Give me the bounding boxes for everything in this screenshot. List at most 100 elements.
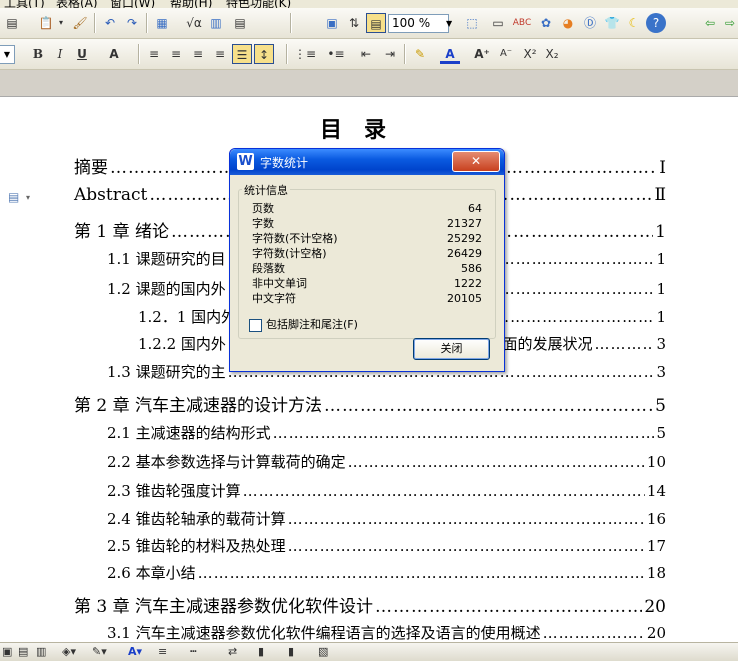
shadow-icon[interactable]: ▮ [258,644,264,660]
stat-value: 586 [461,262,482,275]
stat-value: 20105 [447,292,482,305]
spell-check-icon[interactable]: ABC [512,13,532,33]
superscript-button[interactable]: X² [520,44,540,64]
arrow-style-icon[interactable]: ⇄ [228,644,237,660]
align-left-icon[interactable]: ≡ [144,44,164,64]
line-spacing-icon[interactable]: ↕ [254,44,274,64]
shrink-font-icon[interactable]: A⁻ [496,44,516,64]
increase-indent-icon[interactable]: ⇥ [380,44,400,64]
3d-icon[interactable]: ▮ [288,644,294,660]
stat-label: 字符数(计空格) [252,247,327,260]
select-icon[interactable]: ⬚ [462,13,482,33]
toc-entry-label: 1.2．1 国内外 [138,308,237,326]
zoom-input[interactable]: 100 % [388,14,449,33]
toolbar-separator [404,44,406,64]
moon-icon[interactable]: ☾ [624,13,644,33]
toc-leader-dots: …………………………………………………………………………………………………………… [272,424,655,442]
redo-icon[interactable]: ↷ [122,13,142,33]
toc-entry[interactable]: 2.4 锥齿轮轴承的载荷计算……………………………………………………………………… [107,508,666,529]
columns-icon[interactable]: ▤ [230,13,250,33]
text-direction-icon[interactable]: ⇅ [344,13,364,33]
toc-entry-label: 2.6 本章小结 [107,564,196,582]
fill-color-icon[interactable]: ◈▾ [62,644,76,660]
translate-icon[interactable]: Ⓓ [580,13,600,33]
format-painter-icon[interactable]: 🖌 [70,13,90,33]
dash-style-icon[interactable]: ┅ [190,644,197,660]
ruler-area [0,70,738,97]
chevron-down-icon[interactable]: ▾ [26,193,30,202]
toc-entry-label: 1.3 课题研究的主 [107,363,226,381]
toc-entry[interactable]: 第 2 章 汽车主减速器的设计方法……………………………………………………………… [74,391,666,416]
toc-entry[interactable]: 2.6 本章小结……………………………………………………………………………………… [107,562,666,583]
subscript-button[interactable]: X₂ [542,44,562,64]
numbering-icon[interactable]: ⋮≡ [294,44,316,64]
formula-icon[interactable]: √α [184,13,204,33]
bold-button[interactable]: B [28,44,48,64]
stat-label: 段落数 [252,262,285,275]
insert-table-icon[interactable]: ▥ [206,13,226,33]
close-button[interactable]: 关闭 [413,338,490,360]
dialog-title-bar[interactable]: W 字数统计 ✕ [230,149,504,175]
menu-tools[interactable]: 工具(T) [4,0,45,8]
toc-leader-dots: …………………………………………………………………………………………………………… [594,335,654,353]
menu-table[interactable]: 表格(A) [56,0,98,8]
align-center-icon[interactable]: ≡ [166,44,186,64]
view-icon[interactable]: ▣ [2,644,12,660]
menu-window[interactable]: 窗口(W) [110,0,155,8]
include-footnotes-label[interactable]: 包括脚注和尾注(F) [266,316,358,332]
page-icon[interactable]: ▤ [2,13,22,33]
shape-icon[interactable]: ▭ [488,13,508,33]
toc-entry-label: 2.1 主减速器的结构形式 [107,424,271,442]
grow-font-icon[interactable]: A⁺ [472,44,492,64]
toolbar-separator [94,13,96,33]
toc-entry[interactable]: 2.5 锥齿轮的材料及热处理……………………………………………………………………… [107,535,666,556]
font-color-icon[interactable]: A [440,44,460,64]
toc-entry[interactable]: 2.2 基本参数选择与计算载荷的确定…………………………………………………………… [107,451,666,472]
page-view-icon[interactable]: ▤ [366,13,386,33]
toolbar-separator [290,13,292,33]
view-icon[interactable]: ▥ [36,644,46,660]
back-icon[interactable]: ⇦ [700,13,720,33]
bullets-icon[interactable]: •≡ [326,44,346,64]
text-check-icon[interactable]: ✿ [536,13,556,33]
close-icon[interactable]: ✕ [452,151,500,172]
paste-dropdown-icon[interactable]: ▾ [56,13,66,33]
drawing-icon[interactable]: ▣ [322,13,342,33]
line-style-icon[interactable]: ≡ [158,644,167,660]
toc-entry[interactable]: 2.1 主减速器的结构形式………………………………………………………………………… [107,422,666,443]
highlight-icon[interactable]: ✎ [410,44,430,64]
table-icon[interactable]: ▦ [152,13,172,33]
font-color-icon[interactable]: A▾ [128,644,142,660]
wps-icon[interactable]: ◕ [558,13,578,33]
distribute-icon[interactable]: ☰ [232,44,252,64]
include-footnotes-checkbox[interactable] [249,319,262,332]
toc-page-number: 16 [646,510,666,528]
picture-icon[interactable]: ▧ [318,644,328,660]
underline-button[interactable]: U [72,44,92,64]
menu-features[interactable]: 特色功能(K) [226,0,291,8]
char-format-button[interactable]: A [104,44,124,64]
paste-icon[interactable]: 📋 [36,13,56,33]
document-icon[interactable]: ▤ [8,190,22,206]
align-right-icon[interactable]: ≡ [188,44,208,64]
view-icon[interactable]: ▤ [18,644,28,660]
toc-entry[interactable]: 2.3 锥齿轮强度计算……………………………………………………………………………… [107,480,666,501]
italic-button[interactable]: I [50,44,70,64]
standard-toolbar: ▤ 📋 ▾ 🖌 ↶ ↷ ▦ √α ▥ ▤ ▣ ⇅ ▤ 100 % ▼ ⬚ ▭ A… [0,8,738,39]
font-size-dropdown-icon[interactable]: ▼ [0,45,15,64]
toc-entry-label: 摘要 [74,158,108,178]
toc-page-number: 5 [655,396,666,416]
shirt-icon[interactable]: 👕 [602,13,622,33]
zoom-dropdown-icon[interactable]: ▼ [446,14,456,33]
toc-entry[interactable]: 3.1 汽车主减速器参数优化软件编程语言的选择及语言的使用概述………………………… [107,622,666,643]
toc-entry[interactable]: 第 3 章 汽车主减速器参数优化软件设计……………………………………………………… [74,592,666,617]
decrease-indent-icon[interactable]: ⇤ [356,44,376,64]
justify-icon[interactable]: ≡ [210,44,230,64]
help-icon[interactable]: ? [646,13,666,33]
toolbar-separator [138,44,140,64]
line-color-icon[interactable]: ✎▾ [92,644,107,660]
undo-icon[interactable]: ↶ [100,13,120,33]
menu-help[interactable]: 帮助(H) [170,0,212,8]
forward-icon[interactable]: ⇨ [720,13,738,33]
toc-page-number: 10 [646,453,666,471]
